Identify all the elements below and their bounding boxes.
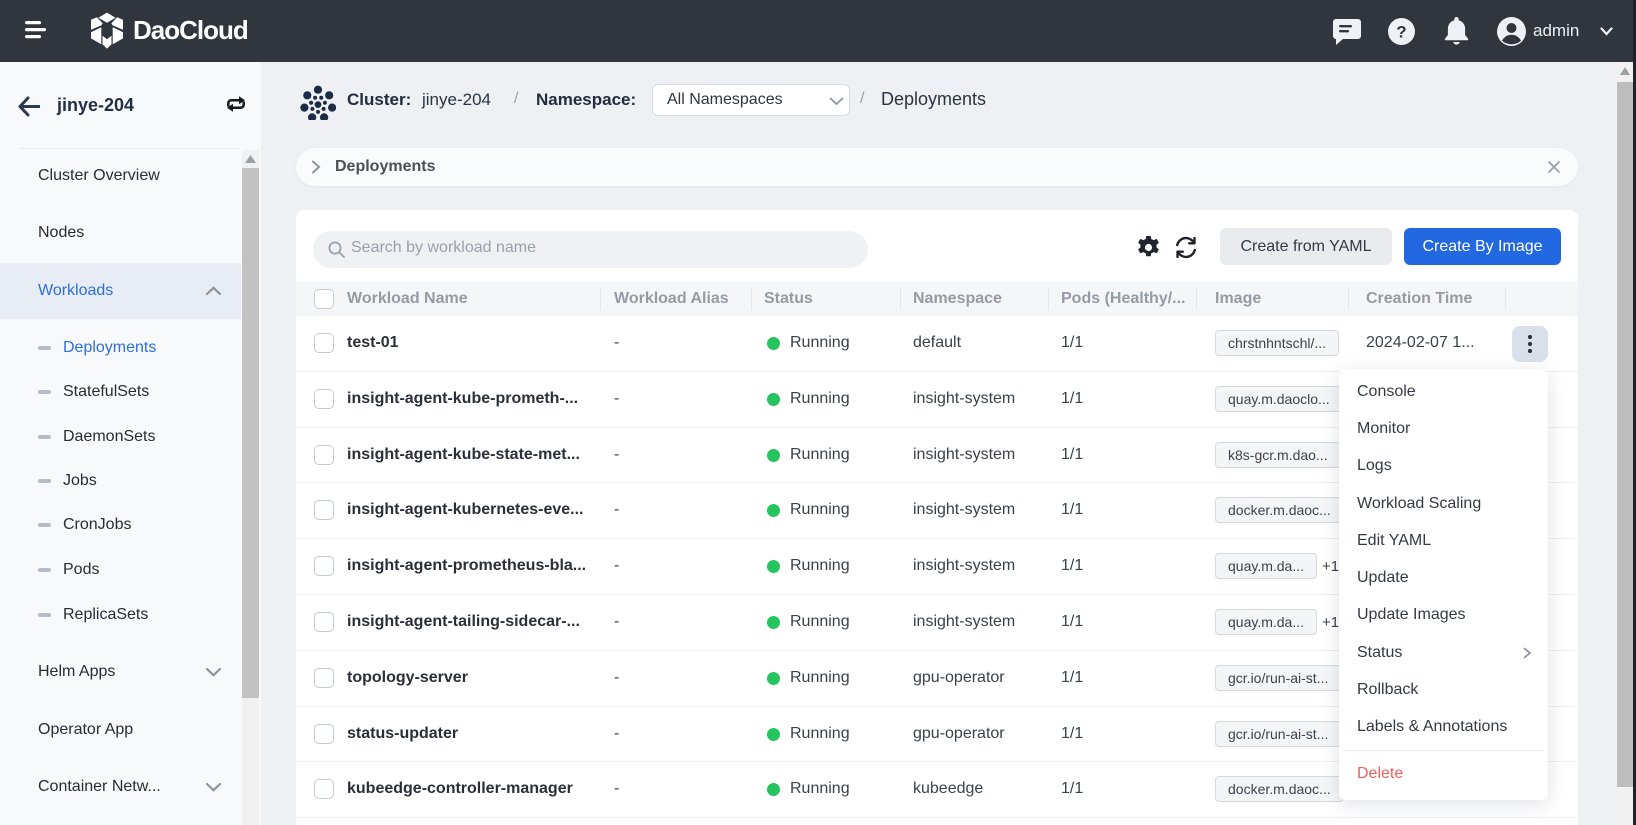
svg-text:?: ? bbox=[1396, 23, 1406, 42]
